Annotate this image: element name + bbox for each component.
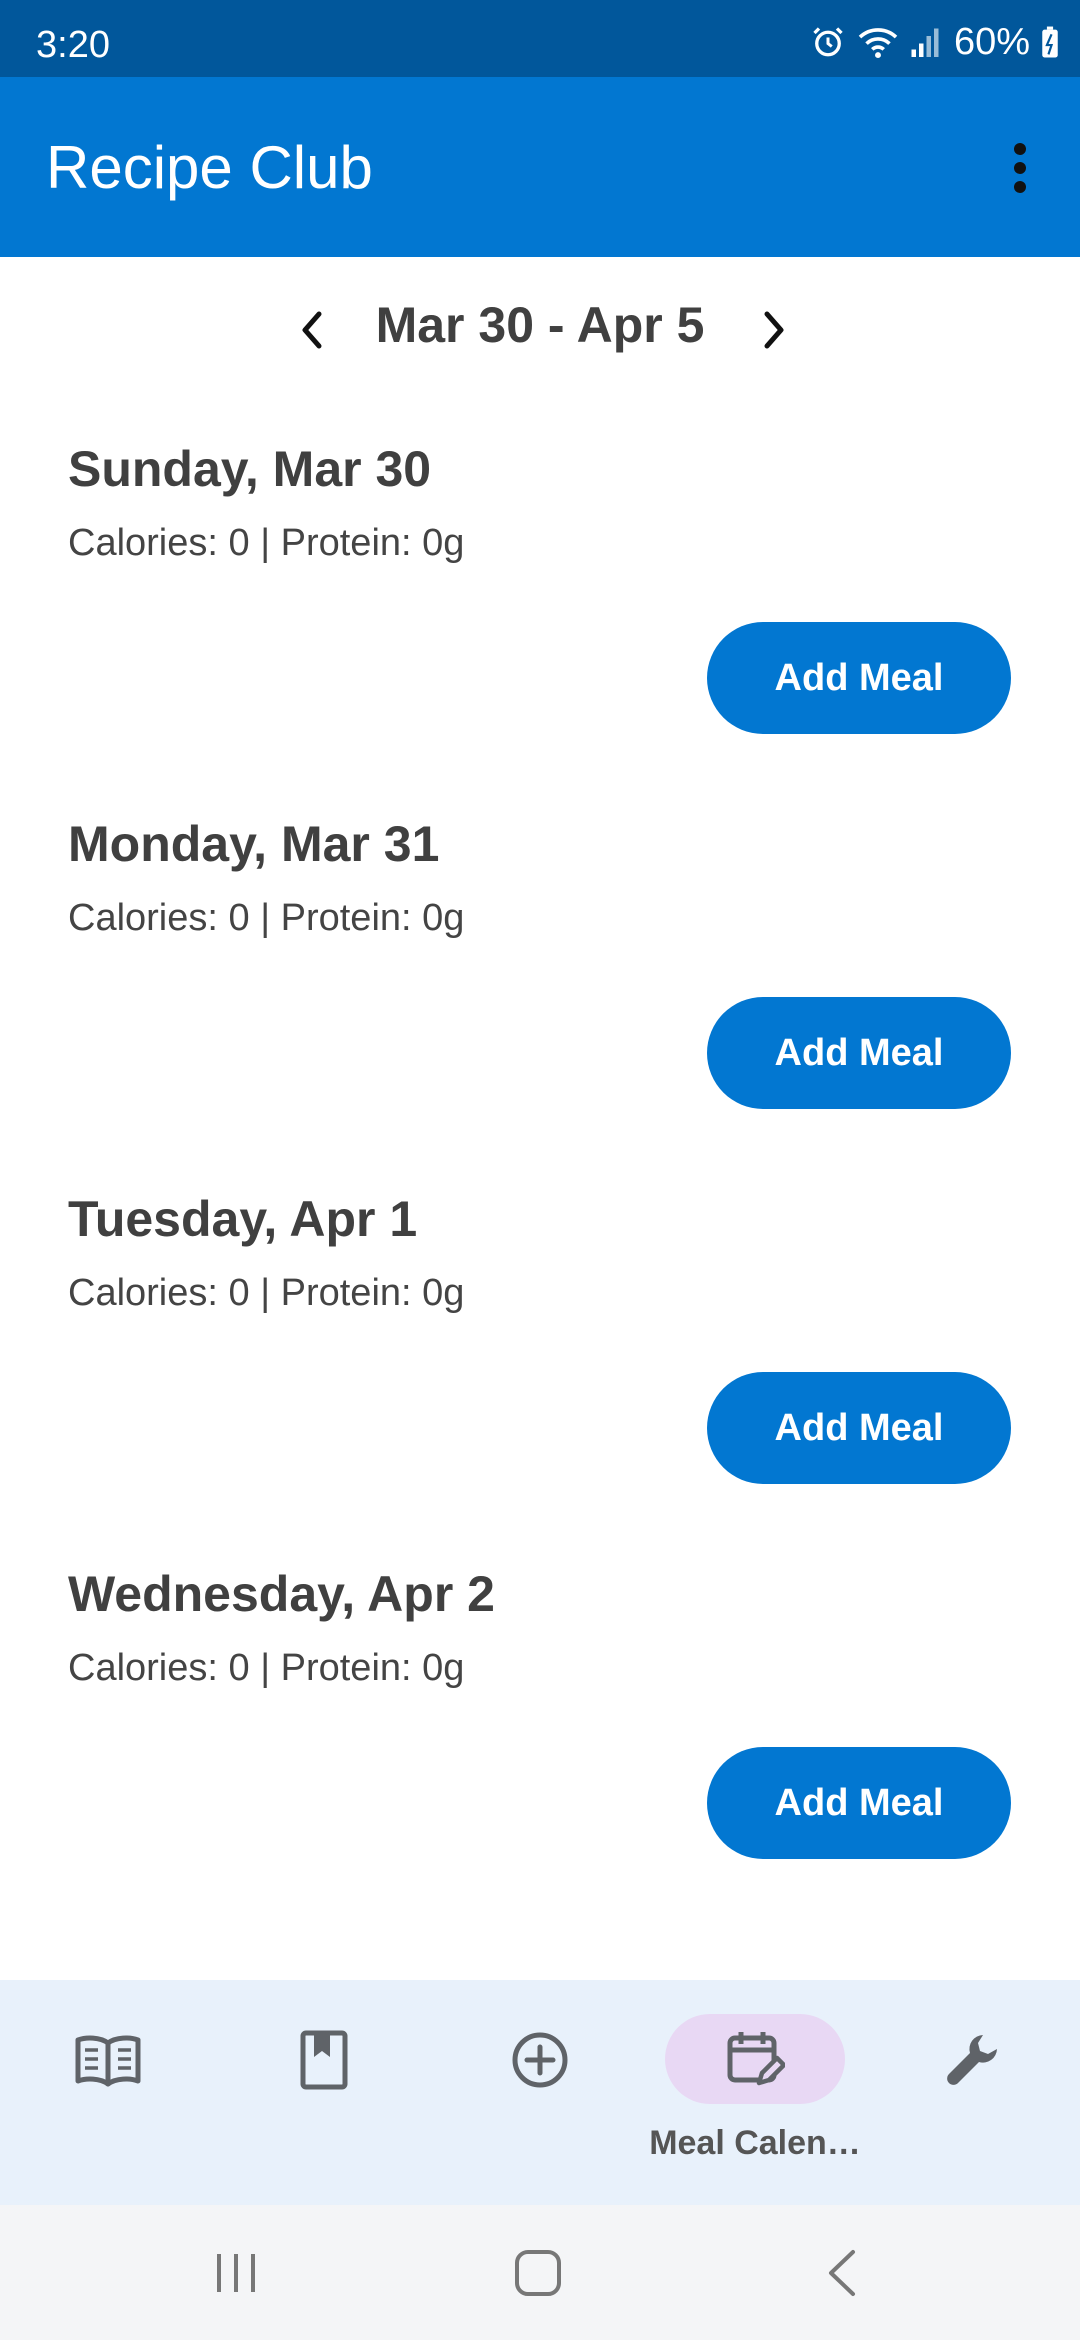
alarm-icon — [810, 24, 846, 60]
overflow-menu-icon — [1014, 143, 1026, 193]
day-nutrition-summary: Calories: 0 | Protein: 0g — [68, 1272, 465, 1314]
day-card-wednesday: Wednesday, Apr 2 Calories: 0 | Protein: … — [0, 1565, 1080, 1940]
status-icons: 60% — [810, 20, 1060, 63]
add-circle-icon — [512, 2032, 568, 2088]
next-week-button[interactable] — [742, 298, 806, 362]
day-nutrition-summary: Calories: 0 | Protein: 0g — [68, 522, 465, 564]
wrench-icon — [947, 2035, 997, 2085]
nav-label-meal-calendar: Meal Calen… — [649, 2124, 861, 2162]
add-meal-button[interactable]: Add Meal — [707, 1747, 1011, 1859]
back-icon — [829, 2250, 855, 2296]
nav-item-saved[interactable] — [264, 1980, 384, 2205]
battery-icon — [1040, 25, 1060, 59]
add-meal-button[interactable]: Add Meal — [707, 1372, 1011, 1484]
overflow-menu-button[interactable] — [990, 133, 1050, 203]
system-navigation-bar — [0, 2205, 1080, 2340]
recent-apps-button[interactable] — [196, 2243, 276, 2303]
status-bar: 3:20 60% — [0, 0, 1080, 77]
day-list: Sunday, Mar 30 Calories: 0 | Protein: 0g… — [0, 440, 1080, 1940]
add-meal-button[interactable]: Add Meal — [707, 997, 1011, 1109]
book-open-icon — [75, 2035, 141, 2087]
add-meal-button[interactable]: Add Meal — [707, 622, 1011, 734]
home-icon — [515, 2250, 561, 2296]
week-range-label: Mar 30 - Apr 5 — [375, 297, 705, 353]
app-bar: Recipe Club — [0, 77, 1080, 257]
bookmark-book-icon — [300, 2030, 348, 2090]
day-title: Wednesday, Apr 2 — [68, 1566, 495, 1622]
back-button[interactable] — [802, 2243, 882, 2303]
day-card-tuesday: Tuesday, Apr 1 Calories: 0 | Protein: 0g… — [0, 1190, 1080, 1565]
day-title: Monday, Mar 31 — [68, 816, 440, 872]
nav-item-settings[interactable] — [912, 1980, 1032, 2205]
chevron-right-icon — [764, 311, 784, 349]
home-button[interactable] — [498, 2243, 578, 2303]
day-nutrition-summary: Calories: 0 | Protein: 0g — [68, 897, 465, 939]
nav-item-meal-calendar[interactable]: Meal Calen… — [640, 1980, 870, 2205]
previous-week-button[interactable] — [280, 298, 344, 362]
nav-item-add-recipe[interactable] — [480, 1980, 600, 2205]
nav-item-recipes[interactable] — [48, 1980, 168, 2205]
week-navigator: Mar 30 - Apr 5 — [0, 290, 1080, 370]
wifi-icon — [856, 24, 900, 60]
calendar-edit-icon — [727, 2032, 785, 2086]
signal-icon — [910, 25, 940, 59]
battery-percent: 60% — [953, 20, 1030, 63]
bottom-navigation: Meal Calen… — [0, 1980, 1080, 2205]
day-card-monday: Monday, Mar 31 Calories: 0 | Protein: 0g… — [0, 815, 1080, 1190]
day-title: Tuesday, Apr 1 — [68, 1191, 418, 1247]
day-nutrition-summary: Calories: 0 | Protein: 0g — [68, 1647, 465, 1689]
day-card-sunday: Sunday, Mar 30 Calories: 0 | Protein: 0g… — [0, 440, 1080, 815]
day-title: Sunday, Mar 30 — [68, 441, 432, 497]
recent-apps-icon — [217, 2254, 255, 2292]
app-title: Recipe Club — [46, 134, 373, 201]
status-time: 3:20 — [36, 24, 110, 66]
chevron-left-icon — [302, 311, 322, 349]
